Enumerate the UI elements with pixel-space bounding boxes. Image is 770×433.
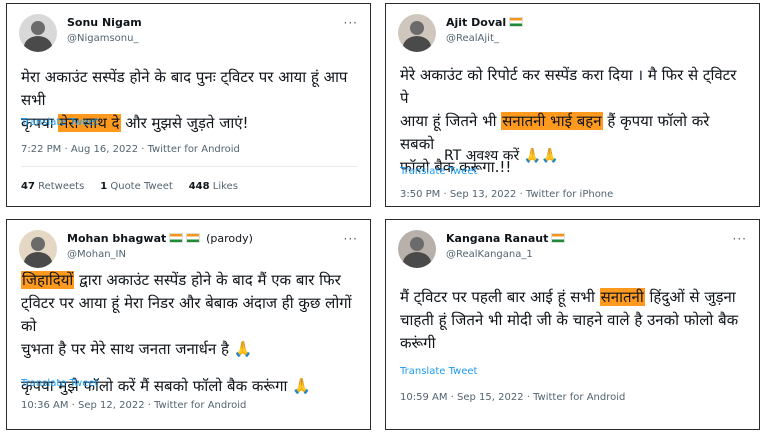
avatar[interactable] bbox=[398, 230, 436, 268]
translate-tweet-link[interactable]: Translate Tweet bbox=[400, 166, 477, 177]
tweet-timestamp[interactable]: 3:50 PM · Sep 13, 2022 · Twitter for iPh… bbox=[400, 189, 613, 200]
display-name[interactable]: Ajit Doval bbox=[446, 16, 524, 29]
tweet-card-kangana-ranaut[interactable]: Kangana Ranaut @RealKangana_1 ··· मैं ट्… bbox=[385, 219, 760, 430]
avatar[interactable] bbox=[398, 14, 436, 52]
india-flag-icon bbox=[169, 233, 184, 243]
tweet-stats: 47 Retweets 1 Quote Tweet 448 Likes bbox=[21, 181, 238, 192]
retweets-stat[interactable]: 47 Retweets bbox=[21, 181, 84, 192]
user-handle[interactable]: @RealKangana_1 bbox=[446, 249, 533, 260]
highlight: सनातनी भाई बहन bbox=[501, 112, 603, 130]
display-name[interactable]: Mohan bhagwat (parody) bbox=[67, 232, 253, 245]
translate-tweet-link[interactable]: Translate Tweet bbox=[400, 366, 477, 377]
highlight: जिहादियों bbox=[21, 271, 75, 289]
translate-tweet-link[interactable]: Translate Tweet bbox=[21, 117, 98, 128]
tweet-line: जिहादियों द्वारा अकाउंट सस्पेंड होने के … bbox=[21, 271, 341, 289]
tweet-line: करूंगी bbox=[400, 334, 436, 352]
tweet-timestamp[interactable]: 7:22 PM · Aug 16, 2022 · Twitter for And… bbox=[21, 144, 240, 155]
tweet-line: मेरा अकाउंट सस्पेंड होने के बाद पुनः ट्व… bbox=[21, 68, 348, 109]
tweet-text: मैं ट्विटर पर पहली बार आई हूं सभी सनातनी… bbox=[400, 286, 747, 355]
likes-stat[interactable]: 448 Likes bbox=[189, 181, 238, 192]
india-flag-icon bbox=[551, 233, 566, 243]
divider bbox=[21, 166, 358, 167]
avatar[interactable] bbox=[19, 14, 57, 52]
display-name[interactable]: Kangana Ranaut bbox=[446, 232, 566, 245]
user-handle[interactable]: @Nigamsonu_ bbox=[67, 33, 138, 44]
tweet-line: मैं ट्विटर पर पहली बार आई हूं सभी सनातनी… bbox=[400, 288, 736, 306]
tweet-line: RT अवश्य करें 🙏🙏 bbox=[444, 148, 559, 164]
user-handle[interactable]: @Mohan_IN bbox=[67, 249, 126, 260]
more-options-icon[interactable]: ··· bbox=[733, 232, 747, 246]
highlight: सनातनी bbox=[599, 288, 645, 306]
quote-tweets-stat[interactable]: 1 Quote Tweet bbox=[100, 181, 173, 192]
translate-tweet-link[interactable]: Translate Tweet bbox=[21, 378, 98, 389]
tweet-card-sonu-nigam[interactable]: Sonu Nigam @Nigamsonu_ ··· मेरा अकाउंट स… bbox=[6, 3, 371, 207]
avatar[interactable] bbox=[19, 230, 57, 268]
more-options-icon[interactable]: ··· bbox=[344, 232, 358, 246]
more-options-icon[interactable]: ··· bbox=[344, 16, 358, 30]
india-flag-icon bbox=[186, 233, 201, 243]
tweet-card-mohan-bhagwat[interactable]: Mohan bhagwat (parody) @Mohan_IN ··· जिह… bbox=[6, 219, 371, 430]
tweet-timestamp[interactable]: 10:36 AM · Sep 12, 2022 · Twitter for An… bbox=[21, 400, 246, 411]
display-name[interactable]: Sonu Nigam bbox=[67, 16, 142, 29]
user-handle[interactable]: @RealAjit_ bbox=[446, 33, 499, 44]
tweet-timestamp[interactable]: 10:59 AM · Sep 15, 2022 · Twitter for An… bbox=[400, 392, 625, 403]
tweet-card-ajit-doval[interactable]: Ajit Doval @RealAjit_ मेरे अकाउंट को रिप… bbox=[385, 3, 760, 207]
india-flag-icon bbox=[509, 17, 524, 27]
tweet-line: चुभता है पर मेरे साथ जनता जनार्धन है 🙏 bbox=[21, 340, 253, 358]
tweet-line: चाहती हूं जितने भी मोदी जी के चाहने वाले… bbox=[400, 311, 739, 329]
tweet-line: मेरे अकाउंट को रिपोर्ट कर सस्पेंड करा दि… bbox=[400, 66, 737, 107]
tweet-line: ट्विटर पर आया हूं मेरा निडर और बेबाक अंद… bbox=[21, 294, 352, 335]
